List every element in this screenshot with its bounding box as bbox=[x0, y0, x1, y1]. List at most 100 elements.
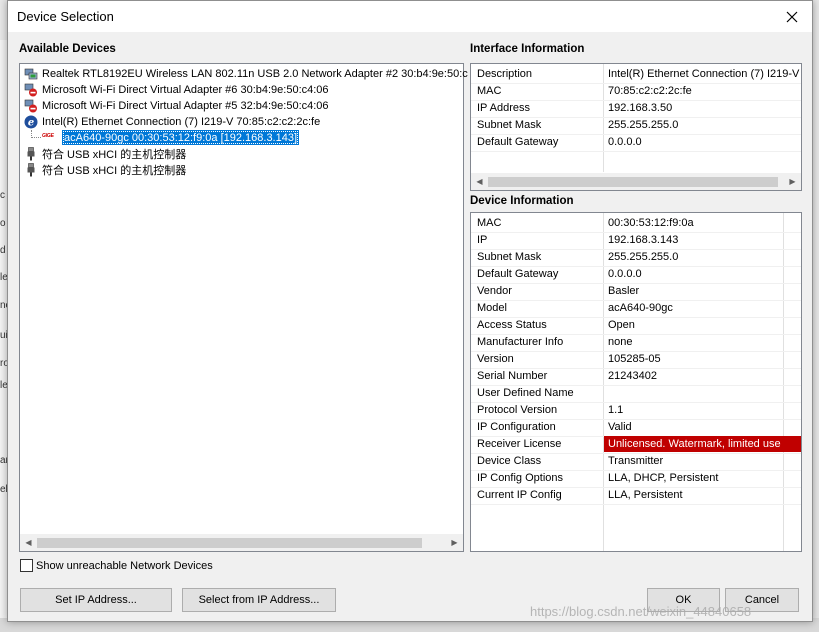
property-row[interactable]: MAC 70:85:c2:c2:2c:fe bbox=[471, 83, 801, 101]
tree-item-label: 符合 USB xHCI 的主机控制器 bbox=[42, 149, 187, 161]
grid-row-divider bbox=[471, 151, 801, 152]
property-value: 21243402 bbox=[608, 370, 657, 382]
tree-item-realtek-adapter[interactable]: Realtek RTL8192EU Wireless LAN 802.11n U… bbox=[24, 66, 468, 82]
property-value: 105285-05 bbox=[608, 353, 661, 365]
property-row[interactable]: User Defined Name bbox=[471, 385, 801, 403]
property-row[interactable]: Version 105285-05 bbox=[471, 351, 801, 369]
property-value: 192.168.3.50 bbox=[608, 102, 673, 114]
scroll-right-icon[interactable]: ▶ bbox=[446, 534, 463, 551]
property-row[interactable]: Vendor Basler bbox=[471, 283, 801, 301]
property-key: Description bbox=[477, 68, 533, 80]
tree-item-label: Microsoft Wi-Fi Direct Virtual Adapter #… bbox=[42, 100, 329, 112]
property-row[interactable]: Device Class Transmitter bbox=[471, 453, 801, 471]
show-unreachable-checkbox[interactable] bbox=[20, 559, 33, 572]
property-row[interactable]: Default Gateway 0.0.0.0 bbox=[471, 134, 801, 152]
property-key: IP Config Options bbox=[477, 472, 564, 484]
property-value: 0.0.0.0 bbox=[608, 136, 642, 148]
gige-camera-icon: GIGE bbox=[42, 133, 54, 139]
property-key: MAC bbox=[477, 85, 502, 97]
property-key: Protocol Version bbox=[477, 404, 558, 416]
property-row[interactable]: Subnet Mask 255.255.255.0 bbox=[471, 117, 801, 135]
property-value: Intel(R) Ethernet Connection (7) I219-V bbox=[608, 68, 800, 80]
property-key: Version bbox=[477, 353, 514, 365]
property-row[interactable]: Subnet Mask 255.255.255.0 bbox=[471, 249, 801, 267]
property-value: 192.168.3.143 bbox=[608, 234, 679, 246]
device-information-grid[interactable]: MAC 00:30:53:12:f9:0a IP 192.168.3.143 Subne… bbox=[470, 212, 802, 552]
tree-item-label: Microsoft Wi-Fi Direct Virtual Adapter #… bbox=[42, 84, 329, 96]
property-value: Open bbox=[608, 319, 635, 331]
device-tree[interactable]: Realtek RTL8192EU Wireless LAN 802.11n U… bbox=[19, 63, 468, 552]
property-key: Default Gateway bbox=[477, 268, 559, 280]
usb-icon bbox=[24, 147, 38, 161]
property-value: 1.1 bbox=[608, 404, 624, 416]
interface-information-label: Interface Information bbox=[470, 43, 585, 55]
property-row[interactable]: IP Config Options LLA, DHCP, Persistent bbox=[471, 470, 801, 488]
tree-item-intel-ethernet[interactable]: e Intel(R) Ethernet Connection (7) I219-… bbox=[24, 114, 320, 130]
tree-connector bbox=[31, 130, 41, 138]
property-key: Receiver License bbox=[477, 438, 562, 450]
property-value: 255.255.255.0 bbox=[608, 119, 679, 131]
property-value: Unlicensed. Watermark, limited use bbox=[608, 438, 781, 450]
property-row[interactable]: Manufacturer Info none bbox=[471, 334, 801, 352]
property-key: Subnet Mask bbox=[477, 251, 542, 263]
tree-item-camera-selected[interactable]: acA640-90gc 00:30:53:12:f9:0a [192.168.3… bbox=[62, 130, 300, 145]
tree-item-wifi-direct-6[interactable]: Microsoft Wi-Fi Direct Virtual Adapter #… bbox=[24, 82, 329, 98]
show-unreachable-checkbox-row[interactable]: Show unreachable Network Devices bbox=[20, 559, 213, 572]
property-row[interactable]: Access Status Open bbox=[471, 317, 801, 335]
scroll-left-icon[interactable]: ◀ bbox=[20, 534, 37, 551]
title-bar[interactable]: Device Selection bbox=[8, 1, 812, 32]
tree-item-wifi-direct-5[interactable]: Microsoft Wi-Fi Direct Virtual Adapter #… bbox=[24, 98, 329, 114]
property-row[interactable]: Model acA640-90gc bbox=[471, 300, 801, 318]
tree-item-label: Intel(R) Ethernet Connection (7) I219-V … bbox=[42, 116, 321, 128]
property-key: Subnet Mask bbox=[477, 119, 542, 131]
property-row[interactable]: IP Address 192.168.3.50 bbox=[471, 100, 801, 118]
property-key: Manufacturer Info bbox=[477, 336, 564, 348]
property-row[interactable]: Current IP Config LLA, Persistent bbox=[471, 487, 801, 505]
property-value: 00:30:53:12:f9:0a bbox=[608, 217, 694, 229]
set-ip-address-button[interactable]: Set IP Address... bbox=[20, 588, 172, 612]
property-key: IP Configuration bbox=[477, 421, 556, 433]
scroll-right-icon[interactable]: ▶ bbox=[784, 173, 801, 190]
grid-row-divider bbox=[471, 504, 801, 505]
network-adapter-disabled-icon bbox=[24, 99, 38, 113]
usb-icon bbox=[24, 163, 38, 177]
property-key: Current IP Config bbox=[477, 489, 562, 501]
scroll-thumb[interactable] bbox=[488, 177, 778, 187]
property-value: LLA, DHCP, Persistent bbox=[608, 472, 719, 484]
scroll-left-icon[interactable]: ◀ bbox=[471, 173, 488, 190]
property-value: acA640-90gc bbox=[608, 302, 673, 314]
property-key: Vendor bbox=[477, 285, 512, 297]
property-row[interactable]: Protocol Version 1.1 bbox=[471, 402, 801, 420]
tree-item-usb-controller-1[interactable]: 符合 USB xHCI 的主机控制器 bbox=[24, 146, 186, 162]
background-text: c bbox=[0, 190, 5, 201]
property-key: IP Address bbox=[477, 102, 530, 114]
window-title: Device Selection bbox=[17, 9, 114, 24]
property-key: MAC bbox=[477, 217, 502, 229]
property-row[interactable]: MAC 00:30:53:12:f9:0a bbox=[471, 215, 801, 233]
property-row[interactable]: IP 192.168.3.143 bbox=[471, 232, 801, 250]
select-from-ip-address-button[interactable]: Select from IP Address... bbox=[182, 588, 336, 612]
property-value: 255.255.255.0 bbox=[608, 251, 679, 263]
property-value: Basler bbox=[608, 285, 640, 297]
background-text: o bbox=[0, 218, 6, 229]
device-tree-hscrollbar[interactable]: ◀ ▶ bbox=[20, 534, 463, 551]
property-key: Access Status bbox=[477, 319, 547, 331]
property-value: Transmitter bbox=[608, 455, 664, 467]
interface-hscrollbar[interactable]: ◀ ▶ bbox=[471, 173, 801, 190]
grid-column-divider bbox=[801, 64, 802, 172]
property-value: 70:85:c2:c2:2c:fe bbox=[608, 85, 692, 97]
interface-information-grid[interactable]: Description Intel(R) Ethernet Connection … bbox=[470, 63, 802, 191]
property-row[interactable]: IP Configuration Valid bbox=[471, 419, 801, 437]
scroll-thumb[interactable] bbox=[37, 538, 422, 548]
tree-item-usb-controller-2[interactable]: 符合 USB xHCI 的主机控制器 bbox=[24, 162, 186, 178]
watermark-text: https://blog.csdn.net/weixin_44840658 bbox=[530, 604, 752, 619]
property-row[interactable]: Default Gateway 0.0.0.0 bbox=[471, 266, 801, 284]
property-value: 0.0.0.0 bbox=[608, 268, 642, 280]
ethernet-adapter-icon: e bbox=[24, 115, 38, 129]
property-key: Model bbox=[477, 302, 507, 314]
property-row[interactable]: Receiver License Unlicensed. Watermark, l… bbox=[471, 436, 801, 454]
property-row[interactable]: Description Intel(R) Ethernet Connection … bbox=[471, 66, 801, 84]
close-button[interactable] bbox=[772, 1, 812, 32]
property-value: Valid bbox=[608, 421, 632, 433]
property-row[interactable]: Serial Number 21243402 bbox=[471, 368, 801, 386]
